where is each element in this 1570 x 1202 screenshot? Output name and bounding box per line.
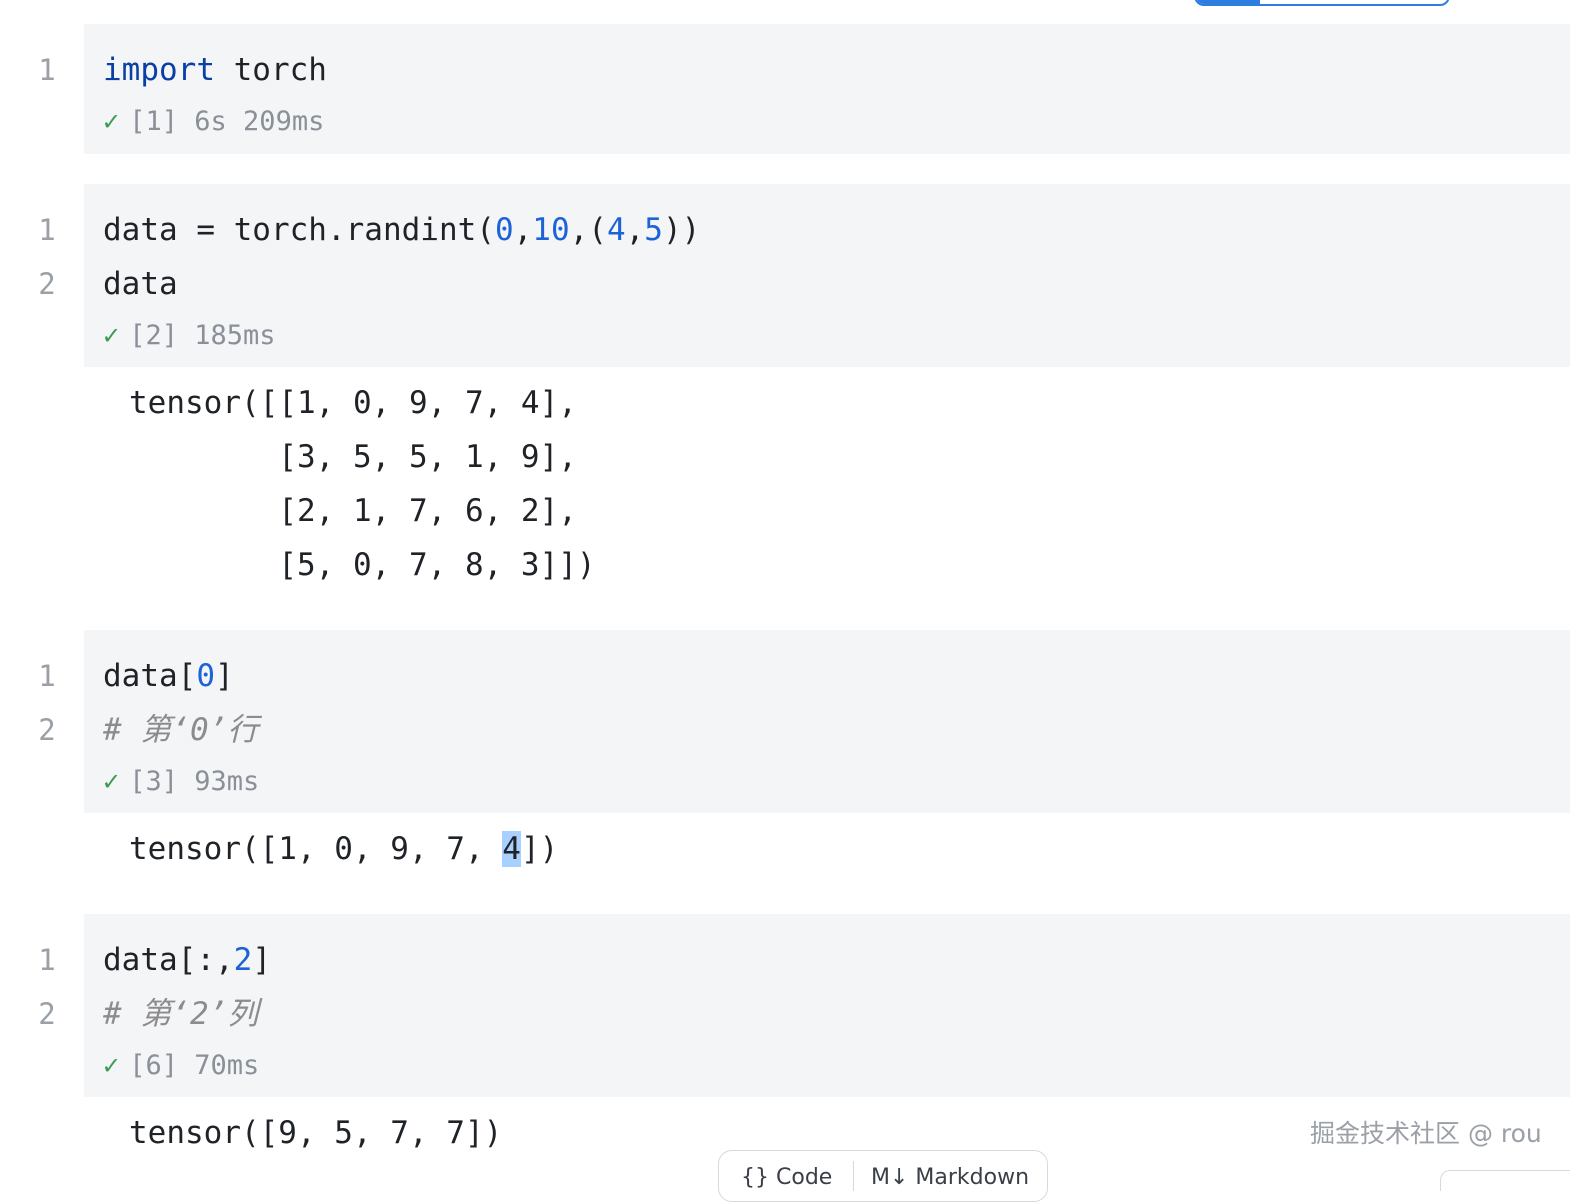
execution-status: ✓ [2] 185ms: [103, 309, 276, 363]
execution-count-time: [2] 185ms: [129, 320, 276, 351]
execution-status: ✓ [3] 93ms: [103, 755, 259, 809]
selected-text[interactable]: 4: [502, 831, 521, 867]
code-text: data = torch.randint(: [103, 212, 495, 248]
check-icon: ✓: [103, 1050, 120, 1081]
number-literal: 0: [494, 212, 514, 248]
code-text: ]: [215, 658, 234, 694]
number-literal: 5: [644, 212, 663, 248]
keyword-import: import: [103, 52, 215, 88]
code-line[interactable]: import torch: [103, 43, 327, 97]
code-text: torch: [214, 52, 327, 88]
output-line: tensor([[1, 0, 9, 7, 4],: [129, 385, 577, 421]
line-number: 2: [38, 713, 56, 747]
number-literal: 2: [233, 942, 253, 978]
corner-panel-edge: [1440, 1170, 1570, 1191]
watermark: 掘金技术社区 @ rou: [1310, 1119, 1542, 1148]
check-icon: ✓: [103, 766, 120, 797]
markdown-icon: M↓: [871, 1165, 909, 1190]
line-number: 2: [38, 997, 56, 1031]
code-text: )): [662, 212, 701, 248]
add-code-button[interactable]: {} Code: [741, 1165, 832, 1190]
toolbar-divider: [853, 1161, 854, 1191]
code-text: data: [103, 266, 178, 302]
line-number: 1: [38, 943, 56, 977]
execution-count-time: [3] 93ms: [129, 766, 260, 797]
code-cell-3[interactable]: data[0] # 第‘0’行 ✓ [3] 93ms: [84, 630, 1570, 813]
code-text: ]: [252, 942, 271, 978]
check-icon: ✓: [103, 106, 120, 137]
output-line: [5, 0, 7, 8, 3]]): [129, 547, 596, 583]
code-line[interactable]: data[:,2]: [103, 933, 271, 987]
output-line: [2, 1, 7, 6, 2],: [129, 493, 577, 529]
output-line: tensor([9, 5, 7, 7]): [129, 1115, 503, 1151]
execution-status: ✓ [1] 6s 209ms: [103, 95, 324, 149]
code-text: ,: [625, 212, 645, 248]
line-number: 1: [38, 53, 56, 87]
code-text: data[: [103, 658, 197, 694]
execution-count-time: [6] 70ms: [129, 1050, 260, 1081]
line-number: 2: [38, 267, 56, 301]
number-literal: 4: [606, 212, 626, 248]
output-line: [3, 5, 5, 1, 9],: [129, 439, 577, 475]
add-cell-toolbar: {} Code M↓ Markdown: [718, 1150, 1048, 1202]
code-button-label: Code: [776, 1165, 833, 1190]
top-progress-pill[interactable]: [1194, 0, 1450, 6]
code-comment[interactable]: # 第‘0’行: [103, 703, 258, 757]
execution-status: ✓ [6] 70ms: [103, 1039, 259, 1093]
code-brackets-icon: {}: [741, 1165, 769, 1190]
check-icon: ✓: [103, 320, 120, 351]
line-number: 1: [38, 659, 56, 693]
code-line[interactable]: data = torch.randint(0,10,(4,5)): [103, 203, 700, 257]
output-text: tensor([1, 0, 9, 7,: [129, 831, 503, 867]
line-number: 1: [38, 213, 56, 247]
output-line: tensor([1, 0, 9, 7, 4]): [129, 822, 558, 876]
code-line[interactable]: data: [103, 257, 178, 311]
markdown-button-label: Markdown: [915, 1165, 1030, 1190]
code-line[interactable]: data[0]: [103, 649, 234, 703]
output-text: ]): [520, 831, 559, 867]
number-literal: 0: [196, 658, 215, 694]
top-progress-fill: [1196, 0, 1260, 4]
code-text: ,: [513, 212, 533, 248]
execution-count-time: [1] 6s 209ms: [129, 106, 325, 137]
code-cell-1[interactable]: import torch ✓ [1] 6s 209ms: [84, 24, 1570, 154]
code-cell-2[interactable]: data = torch.randint(0,10,(4,5)) data ✓[…: [84, 184, 1570, 367]
add-markdown-button[interactable]: M↓ Markdown: [871, 1165, 1029, 1190]
number-literal: 10: [532, 212, 570, 248]
code-text: data[:,: [103, 942, 234, 978]
code-comment[interactable]: # 第‘2’列: [103, 987, 258, 1041]
code-text: ,(: [569, 212, 607, 248]
code-cell-4[interactable]: data[:,2] # 第‘2’列 ✓ [6] 70ms: [84, 914, 1570, 1097]
